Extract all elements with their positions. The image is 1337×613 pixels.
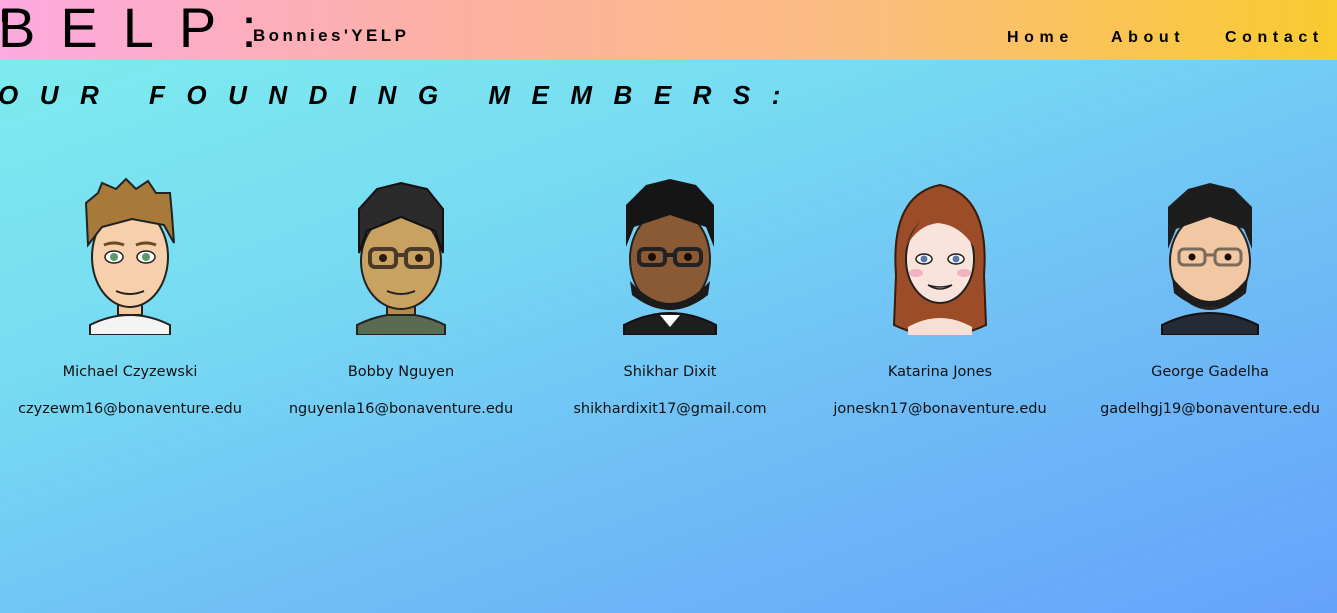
nav-about[interactable]: About bbox=[1111, 29, 1185, 47]
member-card: Michael Czyzewski czyzewm16@bonaventure.… bbox=[0, 175, 265, 417]
site-logo[interactable]: BELP: bbox=[0, 0, 282, 58]
section-title: OUR FOUNDING MEMBERS: bbox=[0, 80, 802, 110]
member-card: George Gadelha gadelhgj19@bonaventure.ed… bbox=[1075, 175, 1337, 417]
avatar-woman-icon bbox=[892, 183, 988, 335]
avatar-blond-man-icon bbox=[84, 177, 175, 335]
member-card: Shikhar Dixit shikhardixit17@gmail.com bbox=[535, 175, 805, 417]
member-email[interactable]: czyzewm16@bonaventure.edu bbox=[0, 401, 265, 417]
member-email[interactable]: joneskn17@bonaventure.edu bbox=[805, 401, 1075, 417]
member-name: Bobby Nguyen bbox=[347, 364, 455, 380]
member-name: George Gadelha bbox=[1151, 364, 1269, 380]
nav-contact[interactable]: Contact bbox=[1225, 29, 1324, 47]
site-name: Bonnies'YELP bbox=[253, 26, 410, 45]
avatar-bearded-man-glasses-icon bbox=[623, 179, 717, 335]
member-email[interactable]: shikhardixit17@gmail.com bbox=[535, 401, 805, 417]
member-name: Katarina Jones bbox=[887, 364, 993, 380]
avatar-bearded-man-icon bbox=[1161, 183, 1259, 335]
avatar-man-glasses-icon bbox=[356, 181, 446, 335]
top-header: BELP: Bonnies'YELP Home About Contact bbox=[0, 0, 1337, 60]
member-card: Katarina Jones joneskn17@bonaventure.edu bbox=[805, 175, 1075, 417]
member-name: Michael Czyzewski bbox=[62, 364, 198, 380]
member-name: Shikhar Dixit bbox=[623, 364, 717, 380]
text-cursor-icon bbox=[2, 10, 8, 22]
nav-home[interactable]: Home bbox=[1007, 29, 1074, 47]
member-card: Bobby Nguyen nguyenla16@bonaventure.edu bbox=[266, 175, 536, 417]
member-email[interactable]: nguyenla16@bonaventure.edu bbox=[266, 401, 536, 417]
member-email[interactable]: gadelhgj19@bonaventure.edu bbox=[1075, 401, 1337, 417]
